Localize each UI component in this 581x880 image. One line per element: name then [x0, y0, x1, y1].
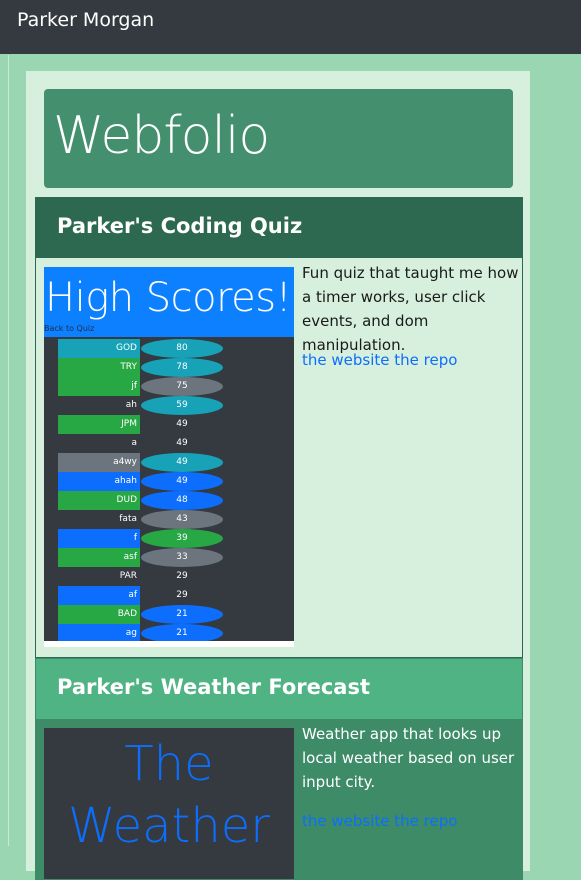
score-row: f 39 [44, 529, 294, 548]
score-row: BAD 21 [44, 605, 294, 624]
score-row: GOD 80 [44, 339, 294, 358]
score-name: af [58, 586, 140, 605]
page-body: Webfolio Parker's Coding Quiz High Score… [8, 55, 581, 880]
score-row: a 49 [44, 434, 294, 453]
score-name: TRY [58, 358, 140, 377]
score-row: jf 75 [44, 377, 294, 396]
project-links: the website the repo [302, 809, 457, 833]
score-value: 29 [141, 567, 223, 586]
card-header: Parker's Coding Quiz [36, 198, 522, 258]
project-card-coding-quiz: Parker's Coding Quiz High Scores! Back t… [35, 197, 523, 658]
screenshot-bottom-edge [44, 641, 294, 647]
screenshot-back-link: Back to Quiz [44, 324, 95, 333]
score-name: fata [58, 510, 140, 529]
score-value: 59 [141, 396, 223, 415]
score-name: a4wy [58, 453, 140, 472]
score-name: DUD [58, 491, 140, 510]
website-link[interactable]: the website [302, 812, 390, 830]
score-value: 78 [141, 358, 223, 377]
project-description: Weather app that looks up local weather … [302, 725, 515, 791]
score-row: a4wy 49 [44, 453, 294, 472]
score-value: 33 [141, 548, 223, 567]
score-row: ahah 49 [44, 472, 294, 491]
score-name: a [58, 434, 140, 453]
score-value: 49 [141, 453, 223, 472]
score-name: jf [58, 377, 140, 396]
score-value: 39 [141, 529, 223, 548]
score-row: TRY 78 [44, 358, 294, 377]
score-name: JPM [58, 415, 140, 434]
score-value: 49 [141, 472, 223, 491]
project-screenshot: The Weather [44, 728, 294, 879]
navbar-brand[interactable]: Parker Morgan [17, 8, 154, 32]
score-row: ah 59 [44, 396, 294, 415]
score-name: ahah [58, 472, 140, 491]
navbar: Parker Morgan [0, 0, 581, 54]
card-header: Parker's Weather Forecast [36, 659, 522, 719]
score-name: BAD [58, 605, 140, 624]
project-title: Parker's Coding Quiz [57, 214, 303, 238]
score-value: 29 [141, 586, 223, 605]
score-row: fata 43 [44, 510, 294, 529]
score-row: DUD 48 [44, 491, 294, 510]
score-name: GOD [58, 339, 140, 358]
website-link[interactable]: the website [302, 351, 390, 369]
screenshot-banner-title: High Scores! [45, 275, 292, 321]
score-row: asf 33 [44, 548, 294, 567]
score-value: 48 [141, 491, 223, 510]
score-value: 43 [141, 510, 223, 529]
score-row: PAR 29 [44, 567, 294, 586]
score-name: asf [58, 548, 140, 567]
content-container: Webfolio Parker's Coding Quiz High Score… [26, 71, 530, 880]
project-description: Fun quiz that taught me how a timer work… [302, 264, 519, 354]
screenshot-banner-title: The Weather [67, 736, 271, 854]
page-title: Webfolio [53, 106, 270, 166]
score-row: JPM 49 [44, 415, 294, 434]
project-links: the website the repo [302, 348, 457, 372]
repo-link[interactable]: the repo [394, 812, 457, 830]
score-value: 21 [141, 605, 223, 624]
project-title: Parker's Weather Forecast [57, 675, 371, 699]
project-card-weather: Parker's Weather Forecast The Weather We… [35, 658, 523, 880]
score-name: f [58, 529, 140, 548]
score-value: 80 [141, 339, 223, 358]
score-name: PAR [58, 567, 140, 586]
score-value: 49 [141, 415, 223, 434]
score-row: af 29 [44, 586, 294, 605]
jumbotron: Webfolio [44, 89, 513, 188]
score-value: 75 [141, 377, 223, 396]
screenshot-banner: High Scores! Back to Quiz [44, 267, 294, 337]
project-screenshot: High Scores! Back to Quiz GOD 80 TRY 78 jf 75… [44, 267, 294, 647]
score-value: 49 [141, 434, 223, 453]
score-name: ah [58, 396, 140, 415]
repo-link[interactable]: the repo [394, 351, 457, 369]
